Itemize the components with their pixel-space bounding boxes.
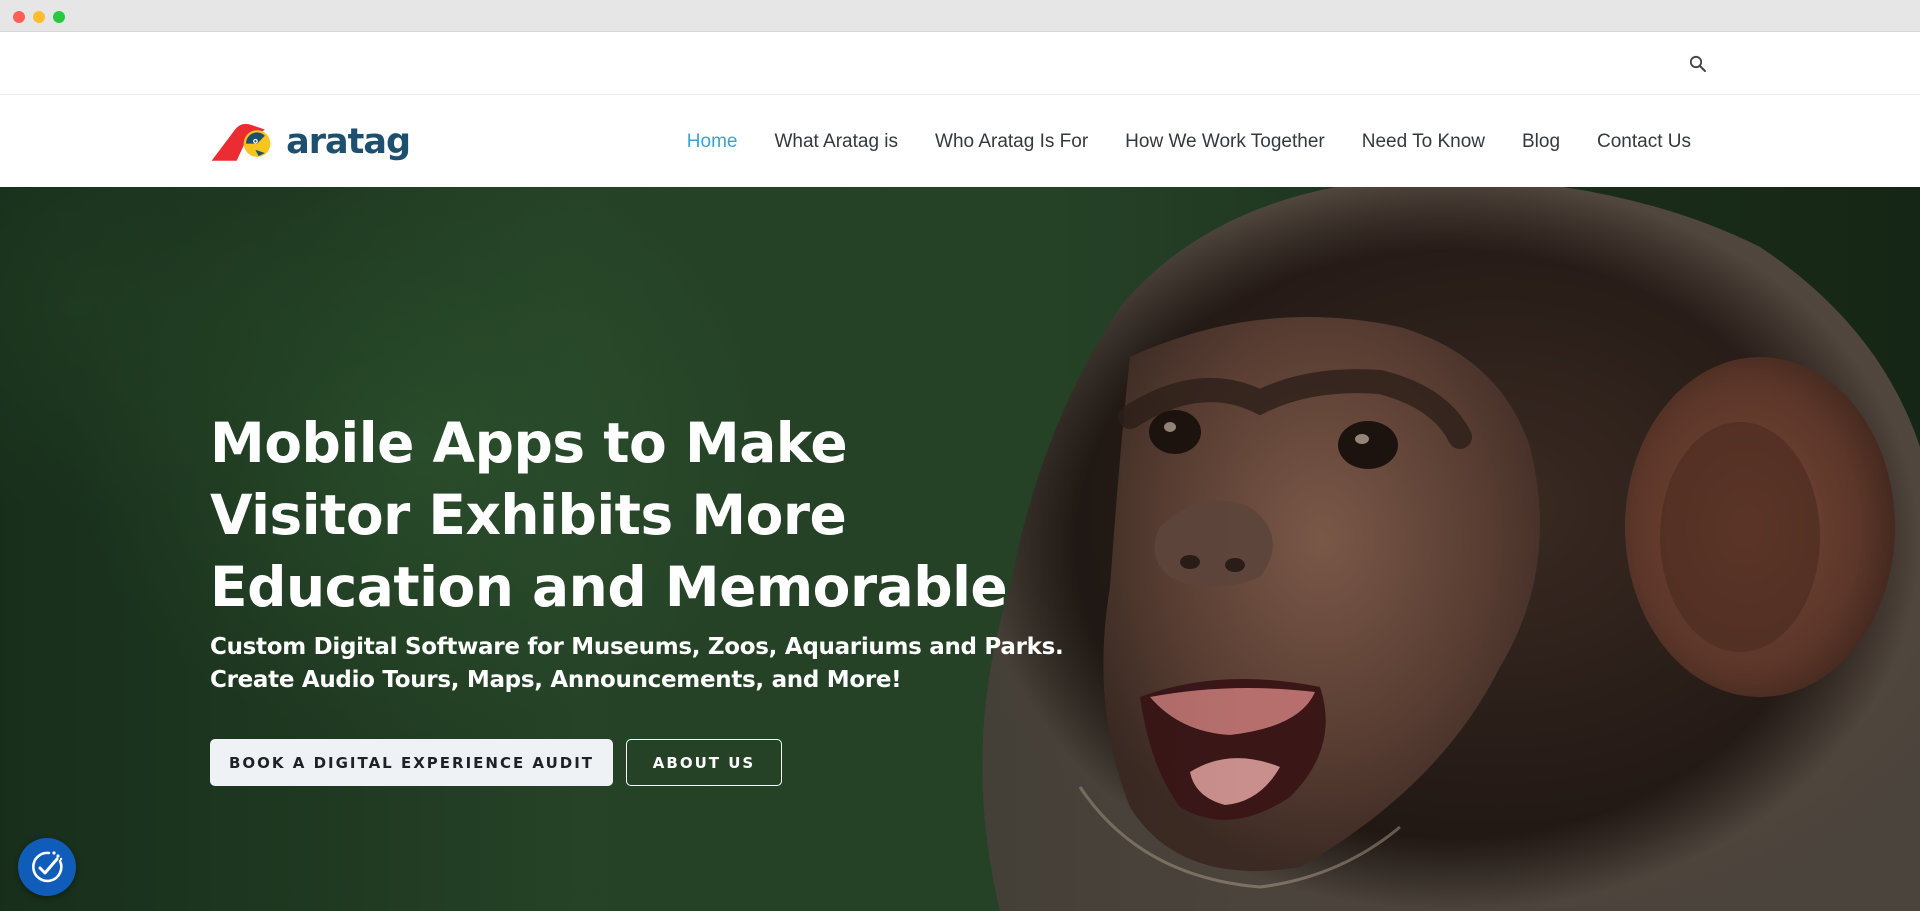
nav-item-contact-us[interactable]: Contact Us — [1597, 131, 1691, 153]
about-us-button[interactable]: ABOUT US — [626, 739, 782, 786]
nav-links: Home What Aratag is Who Aratag Is For Ho… — [650, 96, 1691, 187]
nav-item-what-aratag-is[interactable]: What Aratag is — [774, 131, 898, 153]
top-utility-bar — [0, 32, 1920, 95]
hero-section: Mobile Apps to Make Visitor Exhibits Mor… — [0, 187, 1920, 911]
hero-subtitle: Custom Digital Software for Museums, Zoo… — [210, 631, 1090, 697]
site-logo[interactable]: aratag — [210, 114, 411, 170]
hero-subtitle-line-2: Create Audio Tours, Maps, Announcements,… — [210, 667, 902, 693]
window-minimize-button[interactable] — [33, 11, 45, 23]
main-navigation: aratag Home What Aratag is Who Aratag Is… — [0, 96, 1920, 187]
nav-item-need-to-know[interactable]: Need To Know — [1362, 131, 1485, 153]
hero-title-line-1: Mobile Apps to Make — [210, 411, 848, 475]
search-icon — [1689, 55, 1706, 72]
search-button[interactable] — [1683, 49, 1713, 79]
window-close-button[interactable] — [13, 11, 25, 23]
accessibility-icon — [32, 851, 63, 883]
hero-title-line-2: Visitor Exhibits More — [210, 483, 847, 547]
book-audit-button[interactable]: BOOK A DIGITAL EXPERIENCE AUDIT — [210, 739, 613, 786]
nav-item-blog[interactable]: Blog — [1522, 131, 1560, 153]
browser-chrome — [0, 0, 1920, 32]
logo-wordmark: aratag — [286, 122, 411, 162]
hero-subtitle-line-1: Custom Digital Software for Museums, Zoo… — [210, 634, 1064, 660]
hero-title: Mobile Apps to Make Visitor Exhibits Mor… — [210, 407, 1090, 623]
parrot-logo-icon — [211, 123, 271, 161]
window-maximize-button[interactable] — [53, 11, 65, 23]
hero-title-line-3: Education and Memorable — [210, 555, 1008, 619]
hero-buttons: BOOK A DIGITAL EXPERIENCE AUDIT ABOUT US — [210, 739, 1090, 786]
hero-content: Mobile Apps to Make Visitor Exhibits Mor… — [210, 407, 1090, 786]
nav-item-how-we-work-together[interactable]: How We Work Together — [1125, 131, 1325, 153]
accessibility-button[interactable] — [18, 838, 76, 896]
nav-item-who-aratag-is-for[interactable]: Who Aratag Is For — [935, 131, 1088, 153]
nav-item-home[interactable]: Home — [687, 131, 738, 153]
